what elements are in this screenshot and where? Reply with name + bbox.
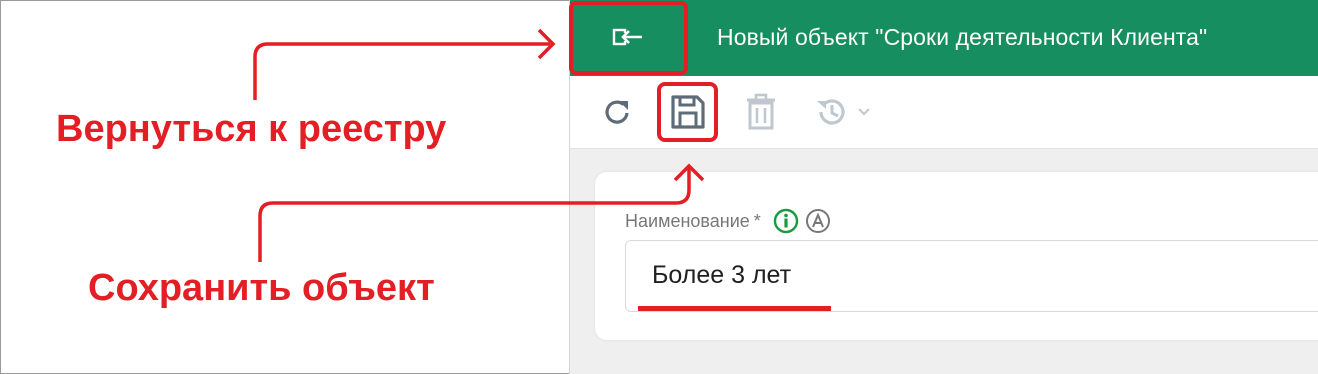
name-input[interactable]: Более 3 лет <box>625 240 1318 312</box>
auto-fill-icon[interactable] <box>805 208 831 234</box>
chevron-down-icon <box>858 108 870 116</box>
page-title: Новый объект "Сроки деятельности Клиента… <box>717 24 1208 50</box>
back-to-registry-button[interactable] <box>570 2 686 72</box>
save-button[interactable] <box>663 88 713 136</box>
form-card: Наименование * Более 3 лет <box>595 172 1318 340</box>
delete-button[interactable] <box>736 88 786 136</box>
name-input-value: Более 3 лет <box>652 261 792 289</box>
save-icon <box>671 95 705 129</box>
app-window: Новый объект "Сроки деятельности Клиента… <box>569 0 1318 374</box>
trash-icon <box>747 93 775 130</box>
exit-arrow-icon <box>612 28 642 46</box>
save-annotation-label: Сохранить объект <box>88 267 435 309</box>
toolbar <box>570 76 1318 149</box>
info-icon[interactable] <box>773 208 799 234</box>
history-button[interactable] <box>802 88 882 136</box>
required-mark: * <box>753 210 761 231</box>
refresh-icon <box>605 100 629 124</box>
app-header: Новый объект "Сроки деятельности Клиента… <box>570 0 1318 76</box>
name-field-label: Наименование <box>625 210 750 231</box>
refresh-button[interactable] <box>594 88 642 136</box>
back-annotation-label: Вернуться к реестру <box>56 108 447 150</box>
history-icon <box>817 99 845 125</box>
name-field-label-row: Наименование * <box>625 208 831 234</box>
